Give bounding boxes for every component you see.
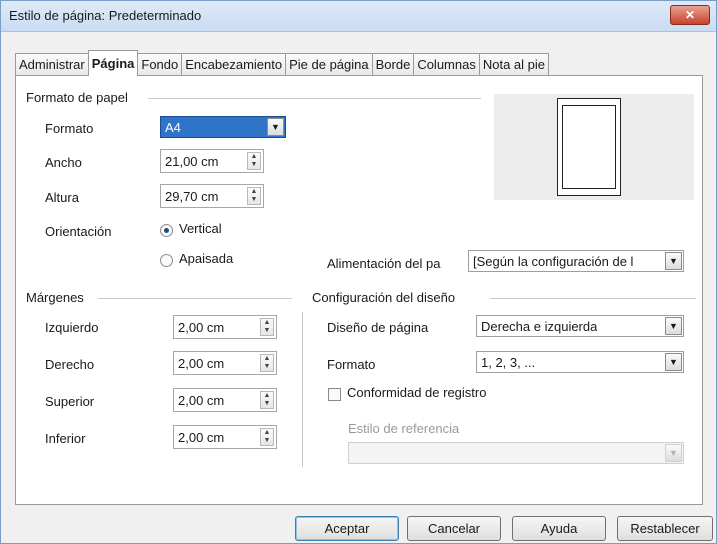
chevron-down-icon: ▼ <box>665 353 682 371</box>
register-true-checkbox[interactable] <box>328 388 341 401</box>
layout-heading: Configuración del diseño <box>312 290 456 305</box>
chevron-down-icon: ▼ <box>665 444 682 462</box>
register-true-label[interactable]: Conformidad de registro <box>347 385 486 400</box>
margin-left-label: Izquierdo <box>45 320 99 335</box>
margin-right-label: Derecho <box>45 357 95 372</box>
paper-feed-select[interactable]: [Según la configuración de l ▼ <box>468 250 684 272</box>
spin-arrows-icon[interactable]: ▲ ▼ <box>260 354 274 372</box>
spin-arrows-icon[interactable]: ▲ ▼ <box>260 318 274 336</box>
tab-columnas[interactable]: Columnas <box>413 53 480 76</box>
height-label: Altura <box>45 190 79 205</box>
chevron-down-icon: ▼ <box>665 317 682 335</box>
ok-button[interactable]: Aceptar <box>295 516 399 541</box>
tab-nota-al-pie[interactable]: Nota al pie <box>478 53 549 76</box>
margins-heading: Márgenes <box>26 290 84 305</box>
margin-top-label: Superior <box>45 394 95 409</box>
divider <box>302 312 303 467</box>
tab-administrar[interactable]: Administrar <box>15 53 89 76</box>
numbering-format-label: Formato <box>327 357 376 372</box>
spin-arrows-icon[interactable]: ▲ ▼ <box>260 391 274 409</box>
margin-bottom-label: Inferior <box>45 431 86 446</box>
tab-pagina[interactable]: Página <box>87 50 139 76</box>
landscape-label[interactable]: Apaisada <box>179 251 233 266</box>
chevron-down-icon: ▼ <box>665 252 682 270</box>
numbering-format-select[interactable]: 1, 2, 3, ... ▼ <box>476 351 684 373</box>
page-style-dialog: Estilo de página: Predeterminado ✕ Admin… <box>0 0 717 544</box>
tab-bar: Administrar Página Fondo Encabezamiento … <box>15 50 549 76</box>
orientation-label: Orientación <box>45 224 112 239</box>
height-field[interactable]: 29,70 cm ▲ ▼ <box>160 184 264 208</box>
tab-pie-de-pagina[interactable]: Pie de página <box>285 53 373 76</box>
spin-arrows-icon[interactable]: ▲ ▼ <box>247 152 261 170</box>
margin-top-field[interactable]: 2,00 cm ▲ ▼ <box>173 388 277 412</box>
tab-encabezamiento[interactable]: Encabezamiento <box>181 53 287 76</box>
landscape-radio[interactable] <box>160 254 173 267</box>
divider <box>98 298 292 299</box>
page-preview-margins <box>562 105 616 189</box>
help-button[interactable]: Ayuda <box>512 516 606 541</box>
width-field[interactable]: 21,00 cm ▲ ▼ <box>160 149 264 173</box>
reference-style-label: Estilo de referencia <box>348 421 460 436</box>
format-label: Formato <box>45 121 94 136</box>
margin-bottom-field[interactable]: 2,00 cm ▲ ▼ <box>173 425 277 449</box>
paper-format-heading: Formato de papel <box>26 90 128 105</box>
cancel-button[interactable]: Cancelar <box>407 516 501 541</box>
paper-feed-label: Alimentación del pa <box>327 256 441 271</box>
reference-style-select[interactable]: ▼ <box>348 442 684 464</box>
margin-left-field[interactable]: 2,00 cm ▲ ▼ <box>173 315 277 339</box>
reset-button[interactable]: Restablecer <box>617 516 713 541</box>
close-button[interactable]: ✕ <box>670 5 710 25</box>
window-title: Estilo de página: Predeterminado <box>9 8 202 23</box>
page-layout-select[interactable]: Derecha e izquierda ▼ <box>476 315 684 337</box>
page-layout-label: Diseño de página <box>327 320 429 335</box>
title-bar: Estilo de página: Predeterminado ✕ <box>1 1 716 32</box>
divider <box>148 98 481 99</box>
spin-arrows-icon[interactable]: ▲ ▼ <box>260 428 274 446</box>
tab-borde[interactable]: Borde <box>371 53 415 76</box>
spin-arrows-icon[interactable]: ▲ ▼ <box>247 187 261 205</box>
tab-fondo[interactable]: Fondo <box>137 53 183 76</box>
vertical-radio[interactable] <box>160 224 173 237</box>
margin-right-field[interactable]: 2,00 cm ▲ ▼ <box>173 351 277 375</box>
page-preview-sheet <box>557 98 621 196</box>
width-label: Ancho <box>45 155 82 170</box>
close-icon: ✕ <box>684 8 696 22</box>
chevron-down-icon: ▼ <box>267 118 284 136</box>
vertical-label[interactable]: Vertical <box>179 221 222 236</box>
paper-format-select[interactable]: A4 ▼ <box>160 116 286 138</box>
divider <box>490 298 696 299</box>
tab-panel-pagina: Formato de papel Formato A4 ▼ Ancho 21,0… <box>15 75 703 505</box>
